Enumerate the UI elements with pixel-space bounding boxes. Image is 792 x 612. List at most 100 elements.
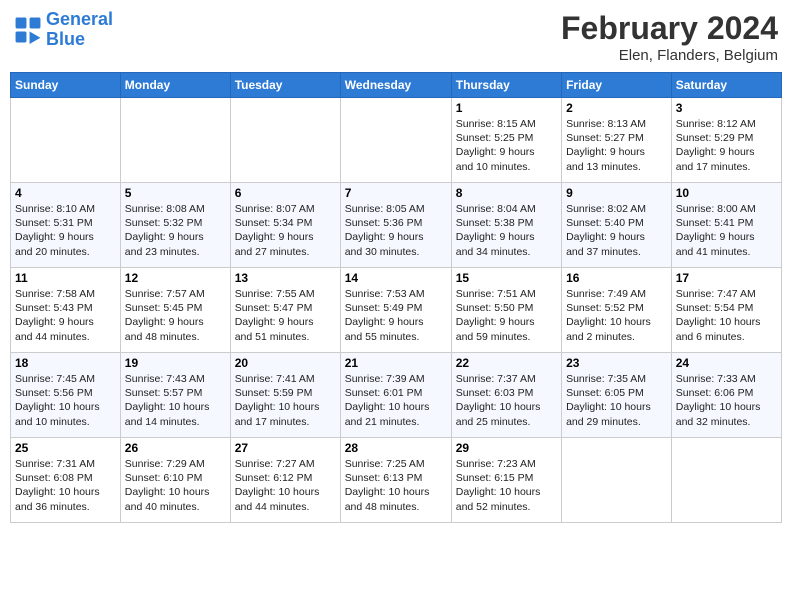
day-number: 1: [456, 101, 557, 115]
dow-header-monday: Monday: [120, 73, 230, 98]
calendar-cell: [671, 438, 781, 523]
calendar-cell: 3Sunrise: 8:12 AM Sunset: 5:29 PM Daylig…: [671, 98, 781, 183]
day-info: Sunrise: 8:10 AM Sunset: 5:31 PM Dayligh…: [15, 202, 116, 259]
day-info: Sunrise: 8:15 AM Sunset: 5:25 PM Dayligh…: [456, 117, 557, 174]
day-info: Sunrise: 7:39 AM Sunset: 6:01 PM Dayligh…: [345, 372, 447, 429]
title-block: February 2024 Elen, Flanders, Belgium: [561, 10, 778, 64]
day-number: 29: [456, 441, 557, 455]
day-number: 5: [125, 186, 226, 200]
day-info: Sunrise: 7:33 AM Sunset: 6:06 PM Dayligh…: [676, 372, 777, 429]
calendar-cell: [120, 98, 230, 183]
day-number: 6: [235, 186, 336, 200]
calendar-cell: 2 Sunrise: 8:13 AM Sunset: 5:27 PM Daylig…: [562, 98, 672, 183]
calendar-cell: 19 Sunrise: 7:43 AM Sunset: 5:57 PM Dayli…: [120, 353, 230, 438]
dow-header-tuesday: Tuesday: [230, 73, 340, 98]
day-number: 19: [125, 356, 226, 370]
day-number: 2: [566, 101, 667, 115]
calendar-cell: 23Sunrise: 7:35 AM Sunset: 6:05 PM Dayli…: [562, 353, 672, 438]
day-number: 12: [125, 271, 226, 285]
calendar-cell: 1 Sunrise: 8:15 AM Sunset: 5:25 PM Daylig…: [451, 98, 561, 183]
day-info: Sunrise: 7:29 AM Sunset: 6:10 PM Dayligh…: [125, 457, 226, 514]
calendar-cell: 6 Sunrise: 8:07 AM Sunset: 5:34 PM Daylig…: [230, 183, 340, 268]
day-number: 20: [235, 356, 336, 370]
day-info: Sunrise: 7:58 AM Sunset: 5:43 PM Dayligh…: [15, 287, 116, 344]
day-info: Sunrise: 7:57 AM Sunset: 5:45 PM Dayligh…: [125, 287, 226, 344]
day-info: Sunrise: 8:02 AM Sunset: 5:40 PM Dayligh…: [566, 202, 667, 259]
day-number: 10: [676, 186, 777, 200]
day-info: Sunrise: 7:49 AM Sunset: 5:52 PM Dayligh…: [566, 287, 667, 344]
day-number: 14: [345, 271, 447, 285]
day-number: 13: [235, 271, 336, 285]
day-info: Sunrise: 7:35 AM Sunset: 6:05 PM Dayligh…: [566, 372, 667, 429]
dow-header-thursday: Thursday: [451, 73, 561, 98]
day-info: Sunrise: 7:31 AM Sunset: 6:08 PM Dayligh…: [15, 457, 116, 514]
day-number: 4: [15, 186, 116, 200]
calendar-cell: 29 Sunrise: 7:23 AM Sunset: 6:15 PM Dayli…: [451, 438, 561, 523]
day-info: Sunrise: 7:41 AM Sunset: 5:59 PM Dayligh…: [235, 372, 336, 429]
calendar-cell: 7Sunrise: 8:05 AM Sunset: 5:36 PM Daylig…: [340, 183, 451, 268]
logo: General Blue: [14, 10, 113, 50]
calendar-cell: 17 Sunrise: 7:47 AM Sunset: 5:54 PM Dayli…: [671, 268, 781, 353]
calendar-cell: 28Sunrise: 7:25 AM Sunset: 6:13 PM Dayli…: [340, 438, 451, 523]
calendar-cell: 25 Sunrise: 7:31 AM Sunset: 6:08 PM Dayli…: [11, 438, 121, 523]
day-number: 25: [15, 441, 116, 455]
day-info: Sunrise: 7:55 AM Sunset: 5:47 PM Dayligh…: [235, 287, 336, 344]
calendar-cell: 18 Sunrise: 7:45 AM Sunset: 5:56 PM Dayli…: [11, 353, 121, 438]
logo-text: General Blue: [46, 10, 113, 50]
day-info: Sunrise: 7:51 AM Sunset: 5:50 PM Dayligh…: [456, 287, 557, 344]
calendar-cell: 26 Sunrise: 7:29 AM Sunset: 6:10 PM Dayli…: [120, 438, 230, 523]
day-info: Sunrise: 7:27 AM Sunset: 6:12 PM Dayligh…: [235, 457, 336, 514]
day-info: Sunrise: 8:13 AM Sunset: 5:27 PM Dayligh…: [566, 117, 667, 174]
page-header: General Blue February 2024 Elen, Flander…: [10, 10, 782, 64]
day-number: 26: [125, 441, 226, 455]
calendar-cell: [11, 98, 121, 183]
day-number: 24: [676, 356, 777, 370]
day-number: 18: [15, 356, 116, 370]
logo-blue: Blue: [46, 29, 85, 49]
day-number: 16: [566, 271, 667, 285]
day-number: 9: [566, 186, 667, 200]
logo-icon: [14, 16, 42, 44]
day-info: Sunrise: 7:45 AM Sunset: 5:56 PM Dayligh…: [15, 372, 116, 429]
day-number: 7: [345, 186, 447, 200]
calendar-cell: 5 Sunrise: 8:08 AM Sunset: 5:32 PM Daylig…: [120, 183, 230, 268]
calendar-cell: 22Sunrise: 7:37 AM Sunset: 6:03 PM Dayli…: [451, 353, 561, 438]
calendar-cell: 21 Sunrise: 7:39 AM Sunset: 6:01 PM Dayli…: [340, 353, 451, 438]
dow-header-friday: Friday: [562, 73, 672, 98]
day-number: 22: [456, 356, 557, 370]
calendar-cell: 20 Sunrise: 7:41 AM Sunset: 5:59 PM Dayli…: [230, 353, 340, 438]
day-number: 8: [456, 186, 557, 200]
calendar-cell: 8 Sunrise: 8:04 AM Sunset: 5:38 PM Daylig…: [451, 183, 561, 268]
logo-general: General: [46, 9, 113, 29]
day-number: 11: [15, 271, 116, 285]
dow-header-saturday: Saturday: [671, 73, 781, 98]
day-number: 28: [345, 441, 447, 455]
week-row-5: 25 Sunrise: 7:31 AM Sunset: 6:08 PM Dayli…: [11, 438, 782, 523]
day-number: 21: [345, 356, 447, 370]
calendar-cell: 13 Sunrise: 7:55 AM Sunset: 5:47 PM Dayli…: [230, 268, 340, 353]
day-info: Sunrise: 7:53 AM Sunset: 5:49 PM Dayligh…: [345, 287, 447, 344]
calendar-cell: [562, 438, 672, 523]
day-info: Sunrise: 8:08 AM Sunset: 5:32 PM Dayligh…: [125, 202, 226, 259]
calendar-cell: 24 Sunrise: 7:33 AM Sunset: 6:06 PM Dayli…: [671, 353, 781, 438]
dow-header-wednesday: Wednesday: [340, 73, 451, 98]
day-info: Sunrise: 7:47 AM Sunset: 5:54 PM Dayligh…: [676, 287, 777, 344]
day-number: 17: [676, 271, 777, 285]
dow-header-sunday: Sunday: [11, 73, 121, 98]
calendar-cell: 11 Sunrise: 7:58 AM Sunset: 5:43 PM Dayli…: [11, 268, 121, 353]
calendar-cell: 9 Sunrise: 8:02 AM Sunset: 5:40 PM Daylig…: [562, 183, 672, 268]
day-number: 3: [676, 101, 777, 115]
week-row-3: 11 Sunrise: 7:58 AM Sunset: 5:43 PM Dayli…: [11, 268, 782, 353]
calendar-cell: 15Sunrise: 7:51 AM Sunset: 5:50 PM Dayli…: [451, 268, 561, 353]
calendar-cell: 4 Sunrise: 8:10 AM Sunset: 5:31 PM Daylig…: [11, 183, 121, 268]
calendar-cell: [230, 98, 340, 183]
week-row-4: 18 Sunrise: 7:45 AM Sunset: 5:56 PM Dayli…: [11, 353, 782, 438]
header-row: SundayMondayTuesdayWednesdayThursdayFrid…: [11, 73, 782, 98]
day-info: Sunrise: 7:23 AM Sunset: 6:15 PM Dayligh…: [456, 457, 557, 514]
day-info: Sunrise: 7:43 AM Sunset: 5:57 PM Dayligh…: [125, 372, 226, 429]
day-info: Sunrise: 8:04 AM Sunset: 5:38 PM Dayligh…: [456, 202, 557, 259]
week-row-2: 4 Sunrise: 8:10 AM Sunset: 5:31 PM Daylig…: [11, 183, 782, 268]
location: Elen, Flanders, Belgium: [561, 47, 778, 64]
day-info: Sunrise: 8:07 AM Sunset: 5:34 PM Dayligh…: [235, 202, 336, 259]
calendar-cell: 10Sunrise: 8:00 AM Sunset: 5:41 PM Dayli…: [671, 183, 781, 268]
